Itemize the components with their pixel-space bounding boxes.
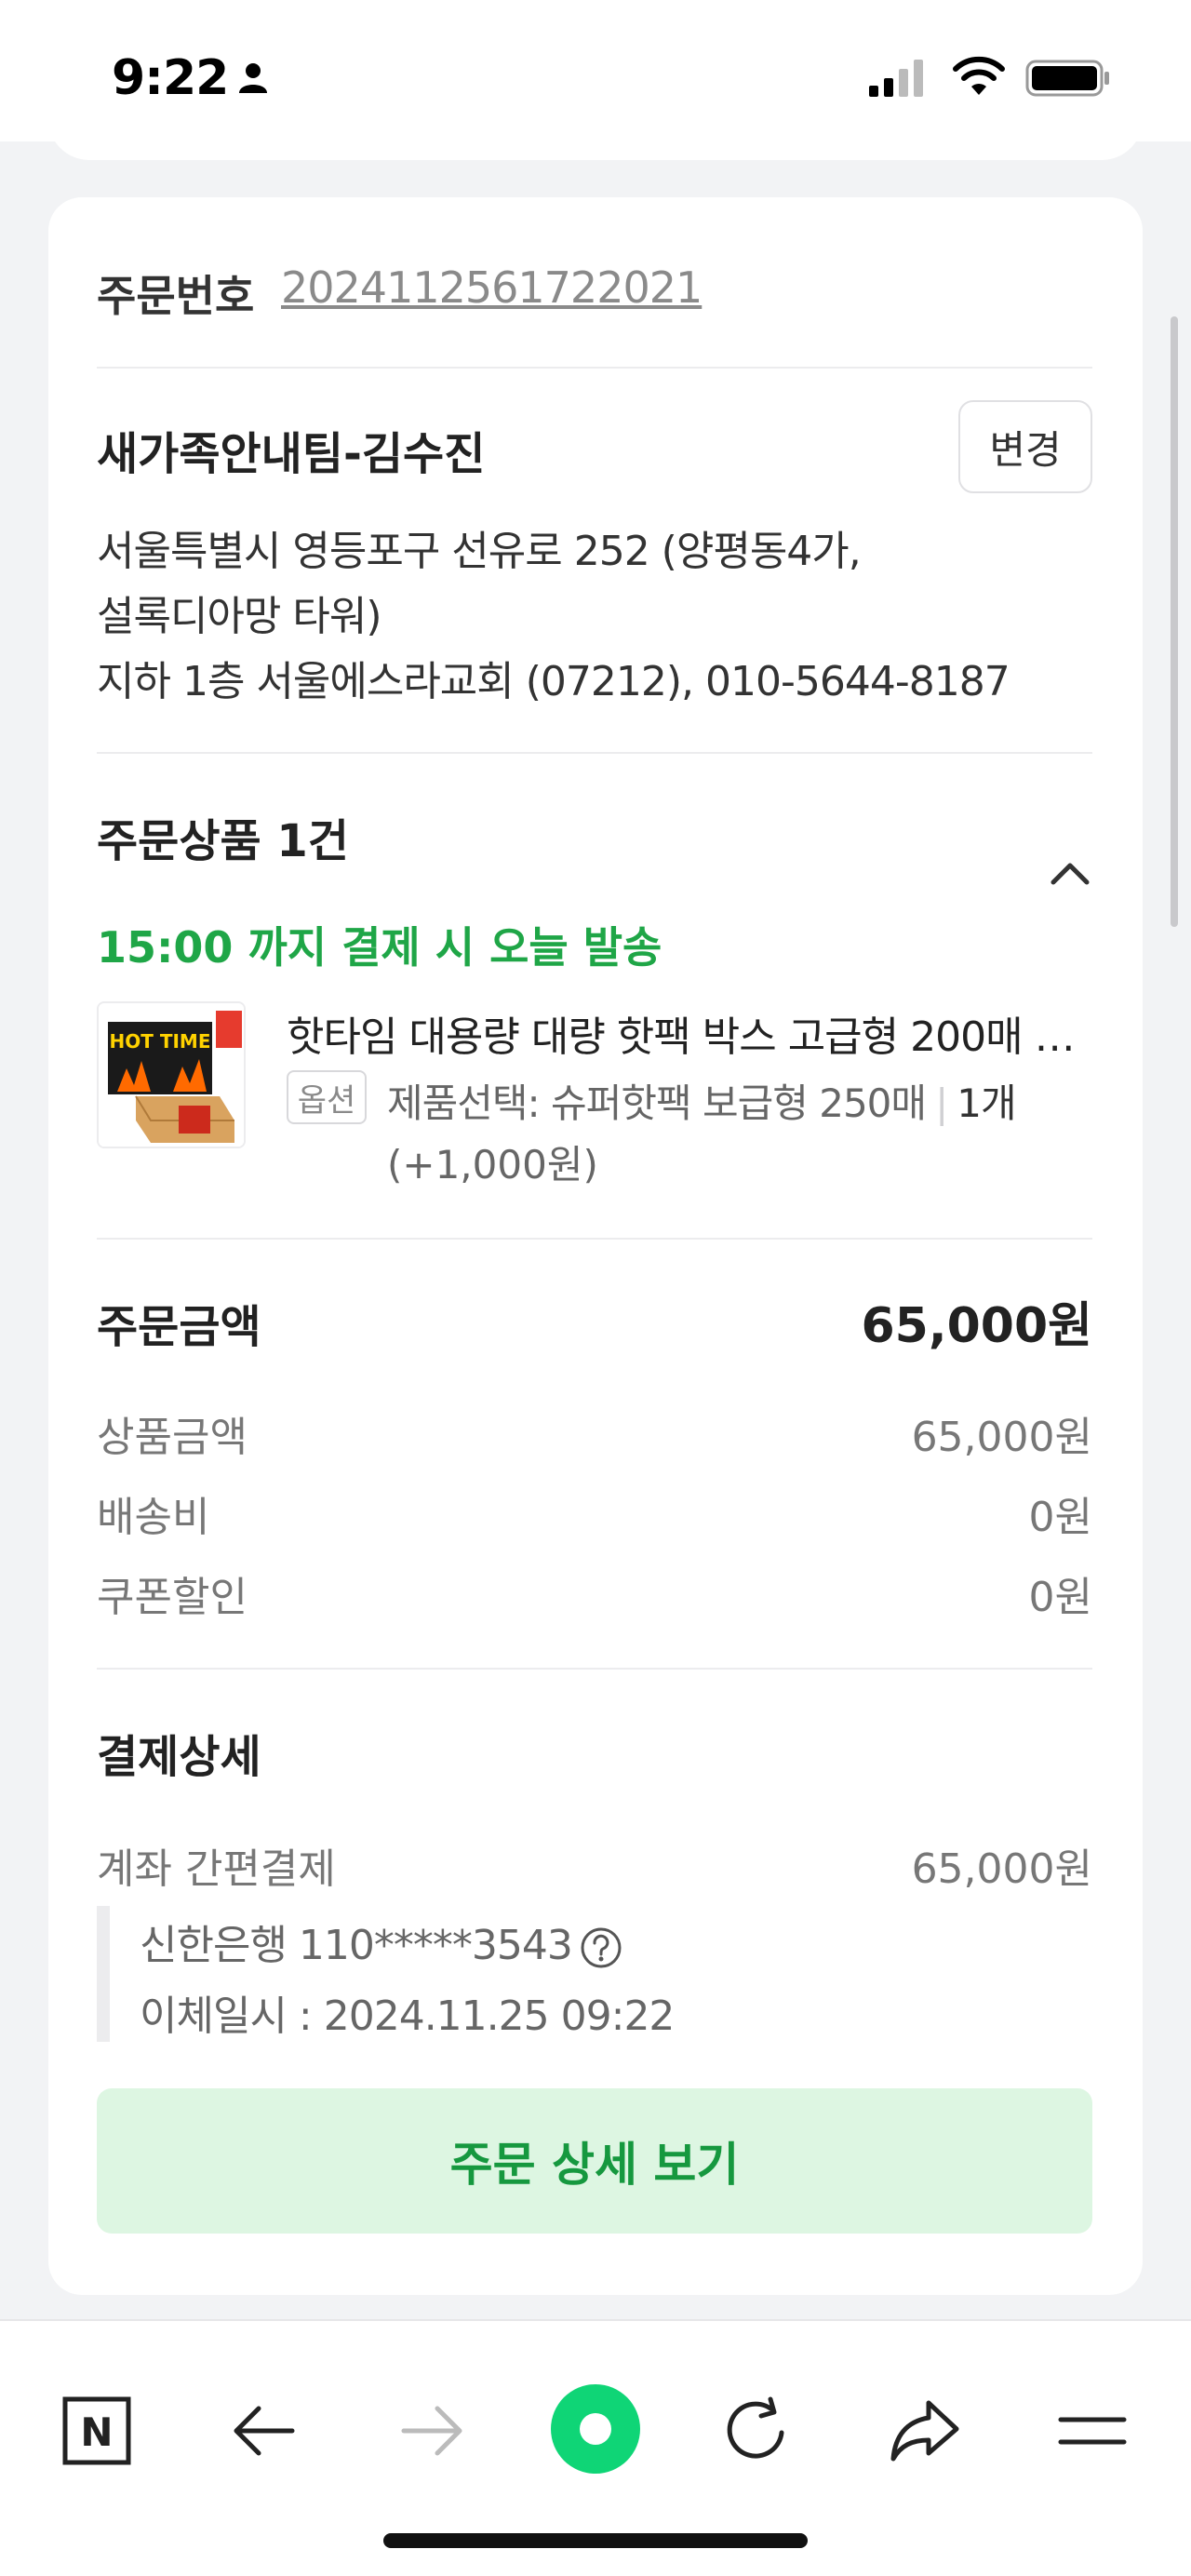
address-line: 지하 1층 서울에스라교회 (07212), 010-5644-8187 <box>97 658 1010 705</box>
divider <box>97 367 1092 369</box>
amount-title: 주문금액 <box>97 1301 261 1353</box>
payment-method-value: 65,000원 <box>911 1845 1092 1893</box>
person-icon <box>239 63 267 93</box>
scrollbar[interactable] <box>1171 316 1178 927</box>
menu-icon[interactable] <box>1057 2395 1128 2466</box>
green-dot-icon[interactable] <box>549 2382 642 2475</box>
option-value: 제품선택: 슈퍼핫팩 보급형 250매 <box>387 1080 927 1126</box>
address-line: 설록디아망 타워) <box>97 593 382 640</box>
amount-row-value: 0원 <box>1028 1494 1092 1541</box>
recipient-name: 새가족안내팀-김수진 <box>97 428 486 480</box>
order-number-label: 주문번호 <box>97 271 255 321</box>
thumbnail-text: HOT TIME <box>110 1030 211 1053</box>
amount-row-label: 쿠폰할인 <box>97 1574 248 1621</box>
option-quantity: 1개 <box>957 1080 1016 1126</box>
transfer-time: 이체일시 : 2024.11.25 09:22 <box>140 1992 675 2040</box>
home-indicator <box>383 2533 808 2548</box>
change-address-button[interactable]: 변경 <box>958 400 1092 493</box>
option-badge: 옵션 <box>287 1070 367 1124</box>
refresh-icon[interactable] <box>722 2395 793 2466</box>
divider <box>97 752 1092 754</box>
shipping-notice: 15:00 까지 결제 시 오늘 발송 <box>97 922 662 973</box>
option-separator: | <box>935 1080 948 1126</box>
naver-home-icon[interactable]: N <box>61 2395 132 2466</box>
help-icon[interactable] <box>580 1926 622 1969</box>
share-icon[interactable] <box>888 2395 962 2466</box>
amount-row-label: 상품금액 <box>97 1414 248 1461</box>
order-number-link[interactable]: 2024112561722021 <box>281 262 703 313</box>
option-price: (+1,000원) <box>387 1142 598 1187</box>
product-thumbnail[interactable]: HOT TIME <box>97 1001 246 1148</box>
address-line: 서울특별시 영등포구 선유로 252 (양평동4가, <box>97 528 862 575</box>
previous-card-edge <box>48 112 1143 160</box>
order-card: 주문번호 2024112561722021 새가족안내팀-김수진 변경 서울특별… <box>48 197 1143 2295</box>
signal-icon <box>869 60 923 97</box>
status-time: 9:22 <box>112 50 229 106</box>
order-detail-button[interactable]: 주문 상세 보기 <box>97 2088 1092 2234</box>
amount-row-value: 65,000원 <box>911 1414 1092 1461</box>
chevron-up-icon[interactable] <box>1050 860 1091 886</box>
product-name[interactable]: 핫타임 대용량 대량 핫팩 박스 고급형 200매 보급형 250매 <box>287 1003 1077 1063</box>
products-title: 주문상품 1건 <box>97 815 349 867</box>
back-arrow-icon[interactable] <box>231 2395 298 2466</box>
naver-letter: N <box>80 2409 113 2455</box>
bank-account-info: 신한은행 110*****3543 <box>140 1912 622 1971</box>
order-total-value: 65,000원 <box>861 1298 1092 1354</box>
divider <box>97 1238 1092 1240</box>
bank-account-text: 신한은행 110*****3543 <box>140 1922 573 1969</box>
amount-row-value: 0원 <box>1028 1574 1092 1621</box>
amount-row-label: 배송비 <box>97 1494 210 1541</box>
forward-arrow-icon[interactable] <box>398 2395 465 2466</box>
divider <box>97 1668 1092 1670</box>
payment-detail-bar <box>97 1906 110 2042</box>
payment-method-label: 계좌 간편결제 <box>97 1845 336 1893</box>
option-text: 제품선택: 슈퍼핫팩 보급형 250매 | 1개 <box>387 1072 1017 1129</box>
payment-title: 결제상세 <box>97 1731 261 1783</box>
battery-icon <box>1025 60 1109 97</box>
wifi-icon <box>953 56 1005 95</box>
